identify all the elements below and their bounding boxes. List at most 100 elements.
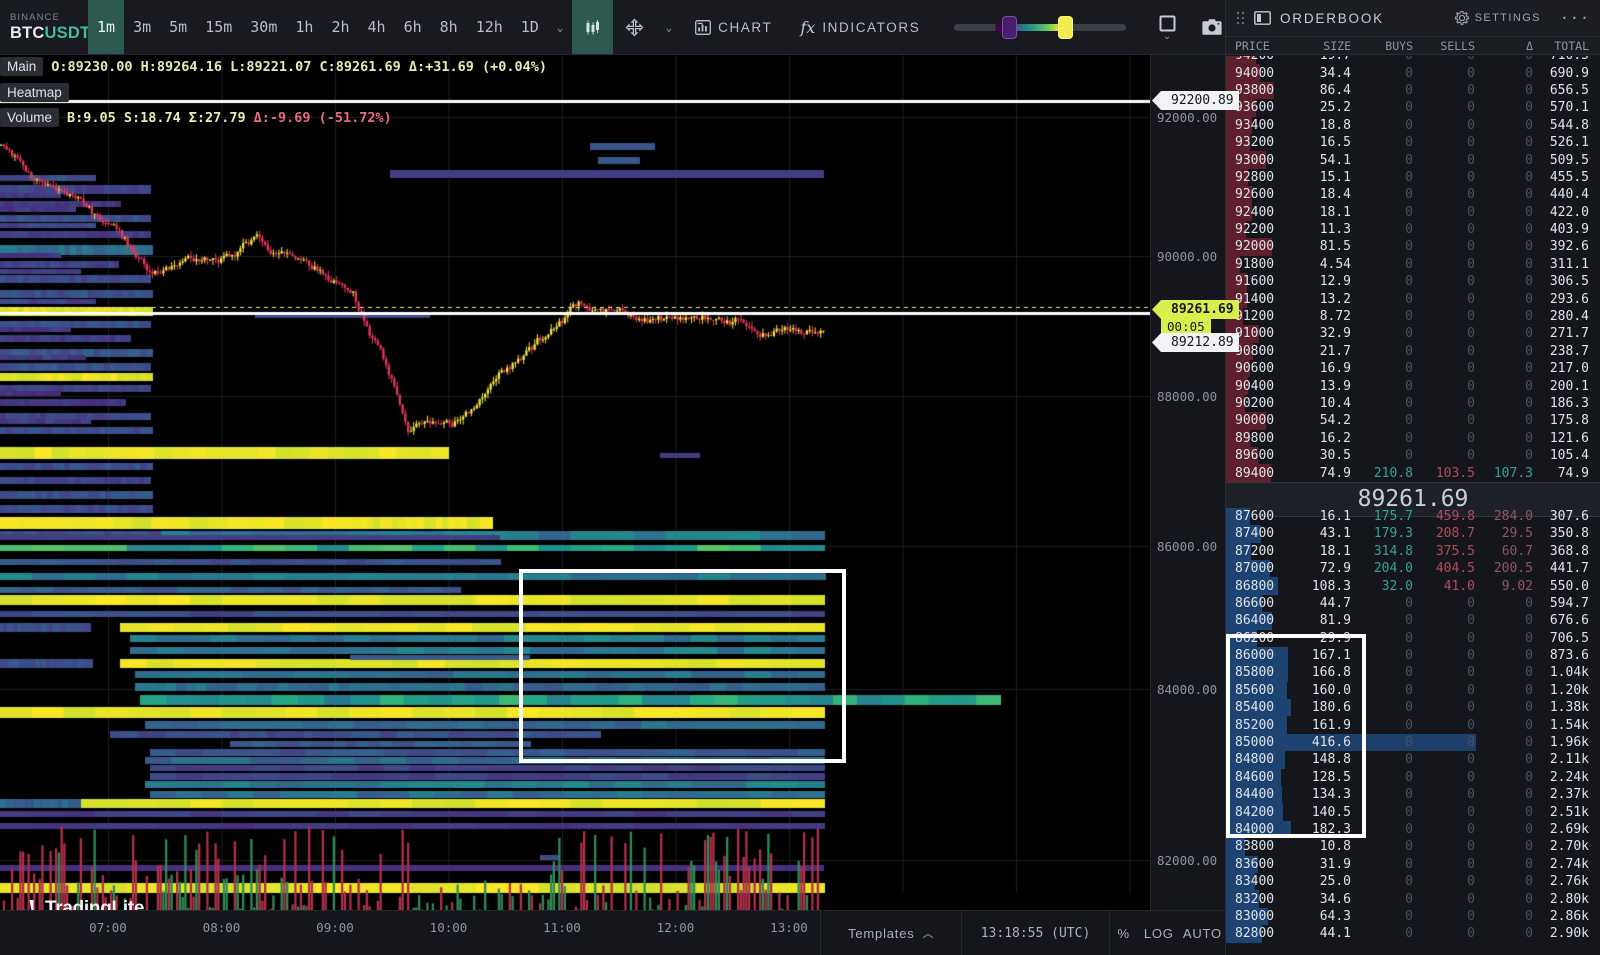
timeframe-30m[interactable]: 30m bbox=[241, 0, 286, 54]
cell-size: 160.0 bbox=[1288, 683, 1358, 698]
timeframe-1h[interactable]: 1h bbox=[286, 0, 322, 54]
orderbook-row[interactable]: 9400034.4000690.9 bbox=[1226, 64, 1600, 81]
orderbook-row[interactable]: 912008.72000280.4 bbox=[1226, 308, 1600, 325]
orderbook-row[interactable]: 918004.54000311.1 bbox=[1226, 256, 1600, 273]
timeframe-1m[interactable]: 1m bbox=[88, 0, 124, 54]
orderbook-row[interactable]: 9220011.3000403.9 bbox=[1226, 221, 1600, 238]
orderbook-row[interactable]: 9080021.7000238.7 bbox=[1226, 343, 1600, 360]
orderbook-col-δ[interactable]: Δ bbox=[1482, 39, 1540, 53]
timeframe-5m[interactable]: 5m bbox=[160, 0, 196, 54]
orderbook-row[interactable]: 9320016.5000526.1 bbox=[1226, 134, 1600, 151]
orderbook-row[interactable]: 8760016.1175.7459.8284.0307.6 bbox=[1226, 508, 1600, 525]
gradient-low-handle[interactable] bbox=[1002, 16, 1017, 39]
orderbook-row[interactable]: 8940074.9210.8103.5107.374.9 bbox=[1226, 464, 1600, 481]
auto-scale-button[interactable]: AUTO bbox=[1180, 911, 1225, 955]
gradient-high-handle[interactable] bbox=[1058, 16, 1073, 39]
chart-canvas[interactable] bbox=[0, 55, 1150, 910]
orderbook-col-size[interactable]: SIZE bbox=[1288, 39, 1358, 53]
orderbook-row[interactable]: 8360031.90002.74k bbox=[1226, 856, 1600, 873]
cell-buys: 0 bbox=[1358, 874, 1420, 889]
orderbook-row[interactable]: 8620029.9000706.5 bbox=[1226, 630, 1600, 647]
orderbook-col-total[interactable]: TOTAL bbox=[1540, 39, 1598, 53]
orderbook-row[interactable]: 9000054.2000175.8 bbox=[1226, 412, 1600, 429]
symbol-selector[interactable]: BINANCE BTCUSDT bbox=[0, 0, 88, 54]
orderbook-row[interactable]: 85000416.60001.96k bbox=[1226, 734, 1600, 751]
orderbook-row[interactable]: 84600128.50002.24k bbox=[1226, 769, 1600, 786]
orderbook-row[interactable]: 8700072.9204.0404.5200.5441.7 bbox=[1226, 560, 1600, 577]
heatmap-legend-tag[interactable]: Heatmap bbox=[0, 83, 69, 102]
orderbook-row[interactable]: 9100032.9000271.7 bbox=[1226, 325, 1600, 342]
orderbook-row[interactable]: 9280015.1000455.5 bbox=[1226, 169, 1600, 186]
timeframe-12h[interactable]: 12h bbox=[467, 0, 512, 54]
orderbook-row[interactable]: 84800148.80002.11k bbox=[1226, 751, 1600, 768]
orderbook-row[interactable]: 84400134.30002.37k bbox=[1226, 786, 1600, 803]
templates-button[interactable]: Templates ︿ bbox=[820, 911, 961, 955]
price-chart[interactable]: Main O:89230.00 H:89264.16 L:89221.07 C:… bbox=[0, 55, 1150, 910]
timeframe-15m[interactable]: 15m bbox=[196, 0, 241, 54]
orderbook-row[interactable]: 84200140.50002.51k bbox=[1226, 803, 1600, 820]
orderbook-row[interactable]: 9300054.1000509.5 bbox=[1226, 151, 1600, 168]
orderbook-row[interactable]: 8640081.9000676.6 bbox=[1226, 612, 1600, 629]
timeframe-6h[interactable]: 6h bbox=[395, 0, 431, 54]
orderbook-row[interactable]: 9060016.9000217.0 bbox=[1226, 360, 1600, 377]
timeframe-8h[interactable]: 8h bbox=[431, 0, 467, 54]
orderbook-row[interactable]: 86800108.332.041.09.02550.0 bbox=[1226, 577, 1600, 594]
drag-handle-icon[interactable] bbox=[1236, 11, 1245, 25]
timeframe-3m[interactable]: 3m bbox=[124, 0, 160, 54]
drawing-tools-button[interactable] bbox=[613, 0, 656, 54]
orderbook-row[interactable]: 85800166.80001.04k bbox=[1226, 664, 1600, 681]
orderbook-settings-button[interactable]: SETTINGS bbox=[1455, 11, 1541, 25]
volume-legend-tag[interactable]: Volume bbox=[0, 108, 59, 127]
orderbook-row[interactable]: 9340018.8000544.8 bbox=[1226, 117, 1600, 134]
orderbook-row[interactable]: 8300064.30002.86k bbox=[1226, 908, 1600, 925]
orderbook-row[interactable]: 9240018.1000422.0 bbox=[1226, 204, 1600, 221]
timeframe-more-chevron-icon[interactable]: ⌄ bbox=[548, 0, 573, 54]
timeframe-2h[interactable]: 2h bbox=[322, 0, 358, 54]
orderbook-row[interactable]: 9200081.5000392.6 bbox=[1226, 238, 1600, 255]
price-axis[interactable]: 92000.0090000.0088000.0086000.0084000.00… bbox=[1150, 55, 1225, 910]
orderbook-row[interactable]: 9020010.4000186.3 bbox=[1226, 395, 1600, 412]
orderbook-row[interactable]: 86000167.1000873.6 bbox=[1226, 647, 1600, 664]
orderbook-more-icon[interactable]: ··· bbox=[1550, 9, 1590, 27]
orderbook-row[interactable]: 8960030.5000105.4 bbox=[1226, 447, 1600, 464]
orderbook-row[interactable]: 8280044.10002.90k bbox=[1226, 925, 1600, 942]
orderbook-row[interactable]: 9140013.2000293.6 bbox=[1226, 290, 1600, 307]
cell-sells: 0 bbox=[1420, 683, 1482, 698]
orderbook-row[interactable]: 8660044.7000594.7 bbox=[1226, 595, 1600, 612]
log-scale-button[interactable]: LOG bbox=[1138, 911, 1180, 955]
orderbook-col-price[interactable]: PRICE bbox=[1226, 39, 1288, 53]
candlestick-type-button[interactable] bbox=[572, 0, 613, 54]
layout-button[interactable]: ⌄ bbox=[1146, 0, 1189, 54]
orderbook-row[interactable]: 85400180.60001.38k bbox=[1226, 699, 1600, 716]
orderbook-row[interactable]: 9420019.7000710.5 bbox=[1226, 56, 1600, 64]
orderbook-row[interactable]: 8320034.60002.80k bbox=[1226, 890, 1600, 907]
orderbook-col-sells[interactable]: SELLS bbox=[1420, 39, 1482, 53]
indicators-button[interactable]: fx INDICATORS bbox=[786, 0, 934, 54]
orderbook-row[interactable]: 9160012.9000306.5 bbox=[1226, 273, 1600, 290]
percent-scale-button[interactable]: % bbox=[1109, 911, 1138, 955]
orderbook-row[interactable]: 84000182.30002.69k bbox=[1226, 821, 1600, 838]
gradient-track[interactable] bbox=[954, 24, 1126, 31]
chart-button[interactable]: CHART bbox=[681, 0, 786, 54]
orderbook-row[interactable]: 9360025.2000570.1 bbox=[1226, 99, 1600, 116]
drawing-tools-chevron-icon[interactable]: ⌄ bbox=[656, 0, 681, 54]
main-legend-tag[interactable]: Main bbox=[0, 57, 43, 76]
cell-buys: 0 bbox=[1358, 257, 1420, 272]
orderbook-row[interactable]: 9040013.9000200.1 bbox=[1226, 377, 1600, 394]
orderbook-row[interactable]: 8740043.1179.3208.729.5350.8 bbox=[1226, 525, 1600, 542]
orderbook-row[interactable]: 8340025.00002.76k bbox=[1226, 873, 1600, 890]
orderbook-row[interactable]: 8980016.2000121.6 bbox=[1226, 430, 1600, 447]
orderbook-row[interactable]: 8380010.80002.70k bbox=[1226, 838, 1600, 855]
timeframe-1D[interactable]: 1D bbox=[512, 0, 548, 54]
orderbook-col-buys[interactable]: BUYS bbox=[1358, 39, 1420, 53]
orderbook-row[interactable]: 85600160.00001.20k bbox=[1226, 682, 1600, 699]
chevron-up-icon[interactable]: ︿ bbox=[923, 925, 935, 941]
orderbook-rows[interactable]: 9420019.7000710.59400034.4000690.9938008… bbox=[1226, 56, 1600, 955]
orderbook-row[interactable]: 9260018.4000440.4 bbox=[1226, 186, 1600, 203]
orderbook-row[interactable]: 85200161.90001.54k bbox=[1226, 716, 1600, 733]
orderbook-row[interactable]: 8720018.1314.8375.560.7368.8 bbox=[1226, 543, 1600, 560]
heatmap-gradient-slider[interactable] bbox=[934, 0, 1146, 54]
layout-chevron-down-icon[interactable]: ⌄ bbox=[1163, 34, 1173, 40]
orderbook-row[interactable]: 9380086.4000656.5 bbox=[1226, 82, 1600, 99]
timeframe-4h[interactable]: 4h bbox=[359, 0, 395, 54]
